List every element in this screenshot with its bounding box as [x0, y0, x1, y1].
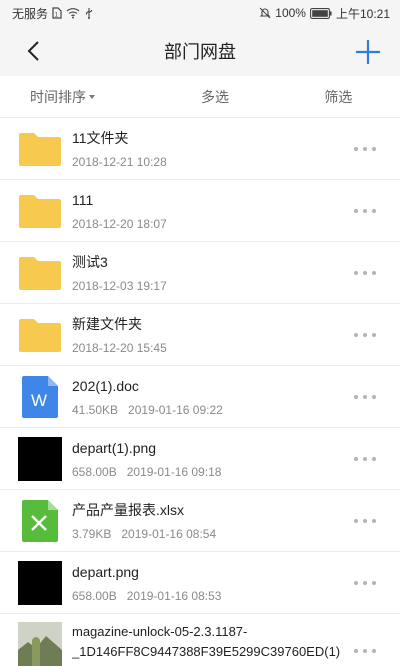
more-options-icon[interactable] — [354, 142, 376, 156]
file-size: 658.00B — [72, 464, 117, 479]
plus-icon — [356, 40, 380, 64]
filter-label: 筛选 — [324, 88, 353, 105]
multi-select-button[interactable]: 多选 — [153, 87, 276, 107]
file-meta: 2018-12-20 15:45 — [72, 341, 340, 355]
file-size: 41.50KB — [72, 402, 119, 417]
folder-icon — [18, 189, 62, 233]
file-row[interactable]: depart(1).png 658.00B 2019-01-16 09:18 — [0, 428, 400, 490]
svg-text:W: W — [31, 391, 47, 410]
file-name: 新建文件夹 — [72, 315, 142, 332]
filter-bar: 时间排序 多选 筛选 — [0, 76, 400, 118]
carrier-text: 无服务 — [12, 6, 49, 21]
file-date: 2018-12-20 18:07 — [72, 216, 167, 231]
clock: 上午10:21 — [335, 6, 390, 21]
more-options-icon[interactable] — [354, 328, 376, 342]
file-row[interactable]: W 202(1).doc 41.50KB 2019-01-16 09:22 — [0, 366, 400, 428]
sim-icon: 1 — [52, 7, 62, 19]
status-bar: 无服务 1 100% 上午10:21 — [0, 0, 400, 26]
caret-down-icon — [89, 94, 95, 99]
mute-icon — [259, 7, 271, 19]
usb-icon — [84, 7, 94, 19]
file-size: 3.79KB — [72, 526, 112, 541]
folder-icon — [18, 127, 62, 171]
more-options-icon[interactable] — [354, 452, 376, 466]
file-date: 2019-01-16 08:54 — [121, 526, 217, 541]
more-options-icon[interactable] — [354, 390, 376, 404]
file-meta: 658.00B 2019-01-16 09:18 — [72, 465, 340, 479]
excel-icon — [18, 499, 62, 543]
file-row[interactable]: 产品产量报表.xlsx 3.79KB 2019-01-16 08:54 — [0, 490, 400, 552]
file-meta: 658.00B 2019-01-16 08:53 — [72, 589, 340, 603]
back-button[interactable] — [20, 38, 46, 64]
more-options-icon[interactable] — [354, 514, 376, 528]
file-name: depart.png — [72, 563, 139, 580]
chevron-left-icon — [27, 41, 39, 61]
file-date: 2018-12-21 10:28 — [72, 154, 167, 169]
image-thumbnail — [18, 560, 62, 605]
file-name: 11文件夹 — [72, 129, 129, 146]
file-info: depart.png 658.00B 2019-01-16 08:53 — [72, 563, 400, 603]
more-options-icon[interactable] — [354, 644, 376, 658]
title-bar: 部门网盘 — [0, 26, 400, 76]
multi-select-label: 多选 — [200, 88, 229, 105]
file-row[interactable]: 111 2018-12-20 18:07 — [0, 180, 400, 242]
word-doc-icon: W — [18, 375, 62, 419]
battery-percent: 100% — [275, 6, 306, 20]
file-list: 11文件夹 2018-12-21 10:28 111 2018-12-20 18… — [0, 118, 400, 666]
file-info: 111 2018-12-20 18:07 — [72, 191, 400, 231]
file-size: 658.00B — [72, 588, 117, 603]
file-meta: 2018-12-03 19:17 — [72, 279, 340, 293]
wifi-icon — [66, 7, 80, 19]
folder-icon — [18, 251, 62, 295]
file-date: 2018-12-03 19:17 — [72, 278, 167, 293]
file-info: 测试3 2018-12-03 19:17 — [72, 253, 400, 293]
file-meta: 3.79KB 2019-01-16 08:54 — [72, 527, 340, 541]
file-info: 产品产量报表.xlsx 3.79KB 2019-01-16 08:54 — [72, 501, 400, 541]
file-meta: 2018-12-21 10:28 — [72, 155, 340, 169]
file-meta: 2018-12-20 18:07 — [72, 217, 340, 231]
add-button[interactable] — [354, 38, 382, 66]
file-date: 2019-01-16 08:53 — [126, 588, 222, 603]
more-options-icon[interactable] — [354, 576, 376, 590]
file-row[interactable]: magazine-unlock-05-2.3.1187-_1D146FF8C94… — [0, 614, 400, 666]
file-row[interactable]: 新建文件夹 2018-12-20 15:45 — [0, 304, 400, 366]
filter-button[interactable]: 筛选 — [277, 87, 400, 107]
file-info: 11文件夹 2018-12-21 10:28 — [72, 129, 400, 169]
page-title: 部门网盘 — [164, 42, 236, 62]
status-right: 100% 上午10:21 — [259, 5, 390, 22]
image-thumbnail — [18, 622, 62, 666]
image-thumbnail — [18, 436, 62, 481]
status-left: 无服务 1 — [12, 5, 94, 22]
file-date: 2018-12-20 15:45 — [72, 340, 167, 355]
file-name: depart(1).png — [72, 439, 157, 456]
file-info: 202(1).doc 41.50KB 2019-01-16 09:22 — [72, 377, 400, 417]
sort-label: 时间排序 — [30, 88, 86, 105]
file-meta: 41.50KB 2019-01-16 09:22 — [72, 403, 340, 417]
sort-by-time-button[interactable]: 时间排序 — [0, 87, 153, 107]
file-name: 111 — [72, 191, 94, 208]
file-info: magazine-unlock-05-2.3.1187-_1D146FF8C94… — [72, 622, 400, 662]
more-options-icon[interactable] — [354, 204, 376, 218]
file-row[interactable]: 测试3 2018-12-03 19:17 — [0, 242, 400, 304]
file-date: 2019-01-16 09:22 — [128, 402, 223, 417]
file-name: 产品产量报表.xlsx — [72, 501, 184, 518]
more-options-icon[interactable] — [354, 266, 376, 280]
file-row[interactable]: 11文件夹 2018-12-21 10:28 — [0, 118, 400, 180]
folder-icon — [18, 313, 62, 357]
file-info: 新建文件夹 2018-12-20 15:45 — [72, 315, 400, 355]
file-name: magazine-unlock-05-2.3.1187-_1D146FF8C94… — [72, 624, 340, 659]
file-row[interactable]: depart.png 658.00B 2019-01-16 08:53 — [0, 552, 400, 614]
file-name: 202(1).doc — [72, 377, 139, 394]
file-date: 2019-01-16 09:18 — [126, 464, 222, 479]
file-name: 测试3 — [72, 253, 108, 270]
file-info: depart(1).png 658.00B 2019-01-16 09:18 — [72, 439, 400, 479]
battery-icon — [310, 7, 332, 19]
